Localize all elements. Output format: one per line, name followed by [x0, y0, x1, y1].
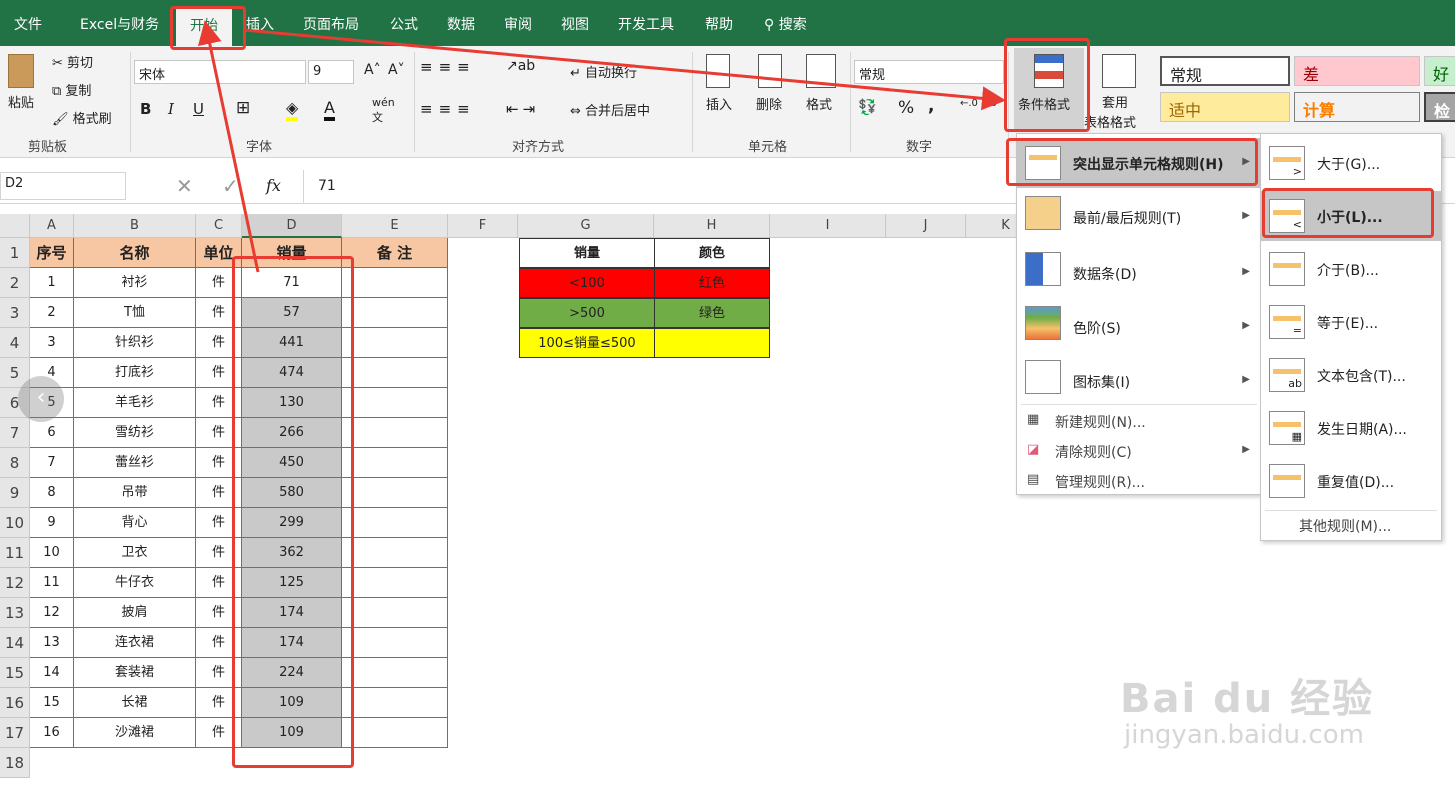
watermark-brand: Bai du 经验	[1120, 676, 1375, 722]
arrow-home-to-cf	[243, 28, 1006, 111]
watermark-url: jingyan.baidu.com	[1124, 720, 1364, 750]
arrow-sales-to-home	[197, 20, 260, 273]
prev-page-icon[interactable]: ‹	[18, 376, 64, 422]
